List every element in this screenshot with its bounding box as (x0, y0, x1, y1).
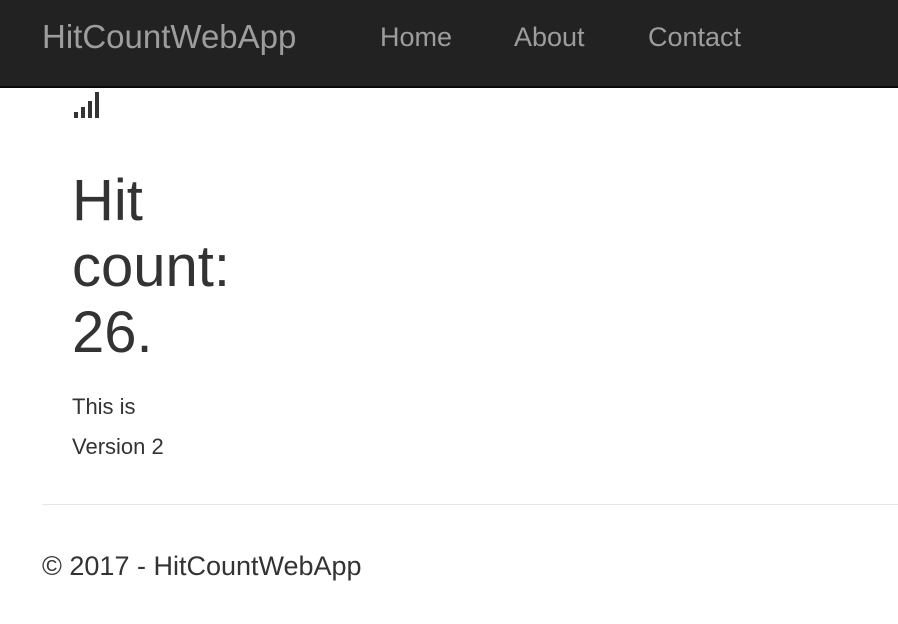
top-navbar: HitCountWebApp Home About Contact (0, 0, 898, 88)
version-text: This is Version 2 (72, 394, 164, 459)
nav-link-home[interactable]: Home (380, 20, 452, 54)
footer-copyright: © 2017 - HitCountWebApp (42, 551, 362, 581)
footer-divider (42, 504, 898, 505)
signal-bars-icon (74, 92, 102, 118)
brand-link[interactable]: HitCountWebApp (42, 17, 296, 57)
nav-link-contact[interactable]: Contact (648, 20, 741, 54)
nav-link-about[interactable]: About (514, 20, 585, 54)
hit-count-heading: Hit count: 26. (72, 168, 230, 365)
